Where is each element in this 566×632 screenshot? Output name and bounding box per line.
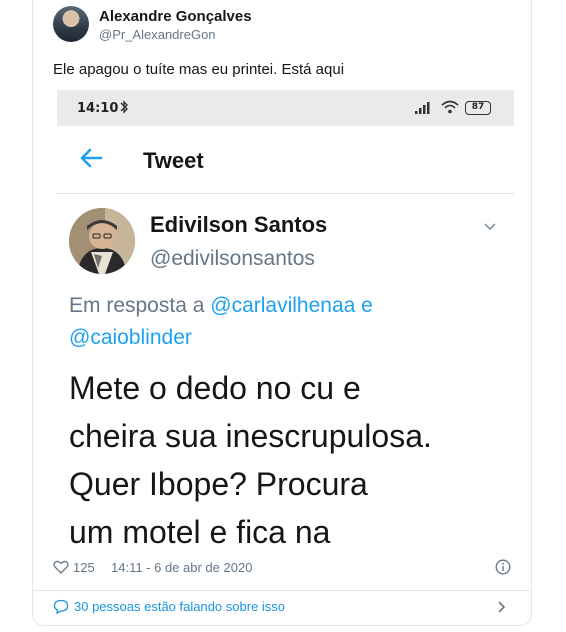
tweet-meta: 125 14:11 - 6 de abr de 2020 <box>53 558 513 580</box>
quoted-user-handle: @edivilsonsantos <box>150 247 315 270</box>
tweet-timestamp[interactable]: 14:11 - 6 de abr de 2020 <box>111 560 252 575</box>
bluetooth-icon <box>120 100 128 114</box>
divider <box>33 590 531 591</box>
mention-caioblinder: @caioblinder <box>69 326 192 349</box>
author-handle[interactable]: @Pr_AlexandreGon <box>99 27 216 42</box>
chevron-right-icon[interactable] <box>497 600 507 614</box>
speech-bubble-icon <box>53 599 69 614</box>
like-count[interactable]: 125 <box>73 560 95 575</box>
reply-joiner: e <box>361 294 373 317</box>
inner-tweet-header: Tweet <box>57 126 514 194</box>
tweet-text: Ele apagou o tuíte mas eu printei. Está … <box>53 61 345 78</box>
reply-prefix: Em resposta a <box>69 294 205 317</box>
author-avatar[interactable] <box>53 6 89 42</box>
info-icon[interactable] <box>495 559 511 575</box>
author-name[interactable]: Alexandre Gonçalves <box>99 8 252 25</box>
inner-header-title: Tweet <box>143 148 204 173</box>
conversation-link[interactable]: 30 pessoas estão falando sobre isso <box>53 598 513 618</box>
signal-icon <box>415 102 430 114</box>
quoted-line: Mete o dedo no cu e <box>69 370 361 406</box>
quoted-user-avatar <box>69 208 135 274</box>
quoted-line: Quer Ibope? Procura <box>69 466 368 502</box>
mention-carlavilhenaa: @carlavilhenaa <box>210 294 356 317</box>
heart-icon[interactable] <box>53 560 69 574</box>
battery-indicator: 87 <box>465 101 491 115</box>
reply-context: Em resposta a @carlavilhenaa e @caioblin… <box>69 290 499 354</box>
chevron-down-icon <box>484 223 496 231</box>
wifi-icon <box>441 100 459 114</box>
status-time: 14:10 <box>77 101 119 116</box>
back-arrow-icon <box>80 148 103 168</box>
tweet-card[interactable]: Alexandre Gonçalves @Pr_AlexandreGon Ele… <box>32 0 532 626</box>
quoted-tweet-text: Mete o dedo no cu e cheira sua inescrupu… <box>69 364 509 554</box>
conversation-text[interactable]: 30 pessoas estão falando sobre isso <box>74 599 285 614</box>
quoted-user-name: Edivilson Santos <box>150 212 328 237</box>
attached-screenshot-image[interactable]: 14:10 87 Tweet Edivilson Santos @edivils… <box>57 90 514 554</box>
quoted-line: um motel e fica na <box>69 514 331 550</box>
quoted-line: cheira sua inescrupulosa. <box>69 418 432 454</box>
phone-status-bar: 14:10 87 <box>57 90 514 126</box>
